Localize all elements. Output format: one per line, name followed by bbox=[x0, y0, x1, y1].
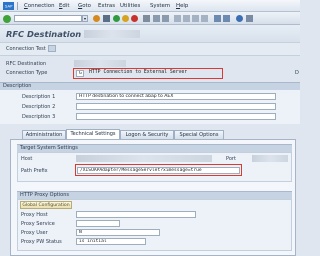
save-icon[interactable] bbox=[103, 15, 110, 22]
help-icon[interactable] bbox=[236, 15, 243, 22]
connection-type-value: HTTP Connection to External Server bbox=[89, 70, 188, 75]
confirm-icon[interactable] bbox=[3, 15, 11, 23]
tab-logon-security[interactable]: Logon & Security bbox=[120, 130, 174, 139]
menu-edit[interactable]: Edit bbox=[59, 3, 69, 9]
back-icon[interactable] bbox=[93, 15, 100, 22]
shortcut-icon[interactable] bbox=[223, 15, 230, 22]
standard-toolbar: ▾ bbox=[0, 12, 300, 25]
tab-administration[interactable]: Administration bbox=[22, 130, 66, 139]
host-field bbox=[76, 155, 212, 162]
description-1-field[interactable]: HTTP destination to connect abap to AEX bbox=[76, 93, 276, 100]
connection-type-trail: D bbox=[295, 70, 299, 76]
proxy-pw-status-label: Proxy PW Status bbox=[21, 239, 62, 245]
svg-text:SAP: SAP bbox=[5, 3, 13, 8]
prev-page-icon[interactable] bbox=[183, 15, 190, 22]
page-title: RFC Destination bbox=[6, 29, 82, 39]
customize-layout-icon[interactable] bbox=[246, 15, 253, 22]
connection-type-label: Connection Type bbox=[6, 70, 48, 76]
separator bbox=[17, 2, 18, 10]
rfc-destination-label: RFC Destination bbox=[6, 61, 47, 67]
global-configuration-button[interactable]: Global Configuration bbox=[20, 201, 72, 209]
back-nav-icon[interactable] bbox=[113, 15, 120, 22]
rfc-destination-field bbox=[74, 60, 126, 67]
tab-technical-settings[interactable]: Technical Settings bbox=[66, 129, 120, 139]
description-section-header: Description bbox=[0, 82, 300, 90]
proxy-service-field[interactable] bbox=[76, 220, 120, 227]
proxy-host-field[interactable] bbox=[76, 211, 196, 218]
port-field bbox=[252, 155, 288, 162]
description-3-label: Description 3 bbox=[22, 114, 56, 120]
path-prefix-field[interactable]: /XISOAPAdapter/MessageServlet?ximessage=… bbox=[77, 167, 240, 174]
proxy-user-label: Proxy User bbox=[21, 230, 48, 236]
menu-goto[interactable]: Goto bbox=[78, 3, 91, 9]
display-change-icon[interactable] bbox=[48, 45, 56, 52]
menu-utilities[interactable]: Utilities bbox=[120, 3, 140, 9]
command-field-dropdown-icon[interactable]: ▾ bbox=[82, 15, 88, 22]
path-prefix-label: Path Prefix bbox=[21, 168, 48, 174]
proxy-pw-status-field: is initial bbox=[76, 238, 146, 245]
description-3-field[interactable] bbox=[76, 113, 276, 120]
proxy-service-label: Proxy Service bbox=[21, 221, 55, 227]
menu-system[interactable]: System bbox=[150, 3, 170, 9]
print-icon[interactable] bbox=[143, 15, 150, 22]
sap-logo-icon: SAP bbox=[3, 2, 14, 10]
description-2-label: Description 2 bbox=[22, 104, 56, 110]
last-page-icon[interactable] bbox=[201, 15, 208, 22]
menu-help[interactable]: Help bbox=[176, 3, 188, 9]
description-1-label: Description 1 bbox=[22, 94, 56, 100]
find-next-icon[interactable] bbox=[162, 15, 169, 22]
target-system-section-header: Target System Settings bbox=[17, 144, 292, 152]
menu-extras[interactable]: Extras bbox=[98, 3, 115, 9]
connection-type-code-field[interactable]: G bbox=[76, 70, 84, 77]
connection-test-button[interactable]: Connection Test bbox=[6, 46, 46, 52]
port-label: Port bbox=[226, 156, 236, 162]
command-field[interactable] bbox=[14, 15, 82, 22]
next-page-icon[interactable] bbox=[192, 15, 199, 22]
host-label: Host bbox=[21, 156, 33, 162]
destination-name-blurred bbox=[84, 30, 140, 38]
proxy-user-field[interactable]: N bbox=[76, 229, 160, 236]
find-icon[interactable] bbox=[153, 15, 160, 22]
menu-bar: SAP Connection Edit Goto Extras Utilitie… bbox=[0, 0, 300, 12]
proxy-host-label: Proxy Host bbox=[21, 212, 48, 218]
exit-icon[interactable] bbox=[122, 15, 129, 22]
tab-special-options[interactable]: Special Options bbox=[174, 130, 224, 139]
first-page-icon[interactable] bbox=[174, 15, 181, 22]
proxy-section-header: HTTP Proxy Options bbox=[17, 191, 292, 199]
menu-connection[interactable]: Connection bbox=[24, 3, 55, 9]
new-session-icon[interactable] bbox=[214, 15, 221, 22]
description-2-field[interactable] bbox=[76, 103, 276, 110]
cancel-icon[interactable] bbox=[131, 15, 138, 22]
